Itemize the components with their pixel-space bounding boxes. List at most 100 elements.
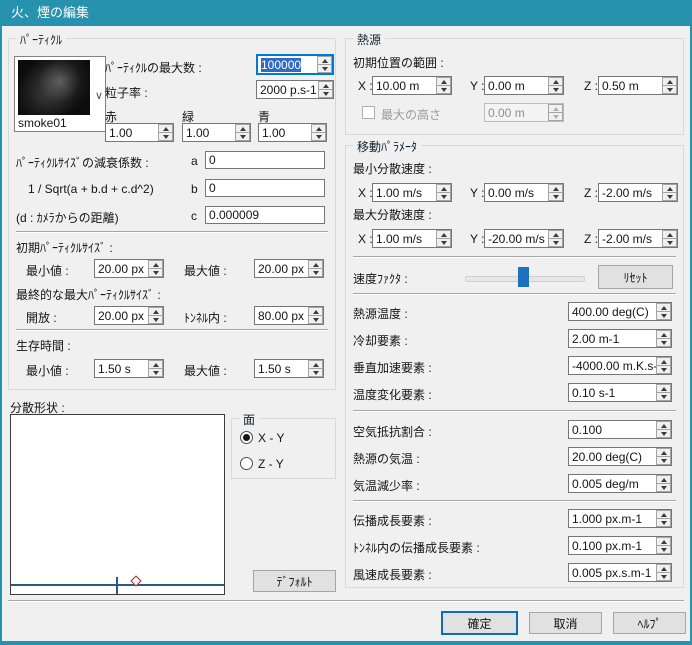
spinner[interactable] (656, 475, 671, 492)
heat-y-field[interactable]: 0.00 m (484, 76, 564, 95)
spinner[interactable] (656, 448, 671, 465)
spinner[interactable] (158, 124, 173, 141)
spinner-up-icon[interactable] (656, 357, 671, 366)
spinner-down-icon[interactable] (308, 316, 323, 324)
initial-min-field[interactable]: 20.00 px (94, 259, 164, 278)
spinner-down-icon[interactable] (436, 193, 451, 201)
spinner-up-icon[interactable] (148, 260, 163, 269)
spinner-down-icon[interactable] (436, 86, 451, 94)
spinner-up-icon[interactable] (317, 56, 332, 65)
spinner-up-icon[interactable] (656, 330, 671, 339)
max-height-checkbox[interactable] (362, 106, 375, 119)
lifetime-min-field[interactable]: 1.50 s (94, 359, 164, 378)
spinner[interactable] (436, 77, 451, 94)
spinner[interactable] (662, 230, 677, 247)
spinner-down-icon[interactable] (548, 239, 563, 247)
spinner-down-icon[interactable] (656, 393, 671, 401)
spinner-up-icon[interactable] (235, 124, 250, 133)
min-speed-y-field[interactable]: 0.00 m/s (484, 183, 564, 202)
spinner-down-icon[interactable] (662, 239, 677, 247)
spinner-down-icon[interactable] (548, 86, 563, 94)
spinner-down-icon[interactable] (148, 316, 163, 324)
heat-z-field[interactable]: 0.50 m (598, 76, 678, 95)
heat-x-field[interactable]: 10.00 m (372, 76, 452, 95)
max-speed-y-field[interactable]: -20.00 m/s (484, 229, 564, 248)
spinner-up-icon[interactable] (656, 564, 671, 573)
spinner-up-icon[interactable] (548, 77, 563, 86)
spinner-up-icon[interactable] (662, 230, 677, 239)
spinner-up-icon[interactable] (318, 81, 333, 90)
decay-b-field[interactable]: 0 (205, 179, 325, 197)
spinner-up-icon[interactable] (656, 384, 671, 393)
spinner-up-icon[interactable] (656, 510, 671, 519)
spinner-down-icon[interactable] (548, 193, 563, 201)
min-speed-x-field[interactable]: 1.00 m/s (372, 183, 452, 202)
spinner[interactable] (318, 81, 333, 98)
help-button[interactable]: ﾍﾙﾌﾟ (613, 612, 686, 634)
dispersion-shape-canvas[interactable] (10, 414, 225, 595)
spinner-up-icon[interactable] (662, 184, 677, 193)
spinner[interactable] (656, 330, 671, 347)
spinner-down-icon[interactable] (656, 339, 671, 347)
spinner-down-icon[interactable] (235, 133, 250, 141)
particle-rate-field[interactable]: 2000 p.s-1 (256, 80, 334, 99)
spinner[interactable] (317, 56, 332, 73)
spinner[interactable] (662, 184, 677, 201)
reset-button[interactable]: ﾘｾｯﾄ (598, 265, 673, 289)
spinner-up-icon[interactable] (436, 184, 451, 193)
spinner[interactable] (662, 77, 677, 94)
spinner-up-icon[interactable] (308, 307, 323, 316)
spinner[interactable] (308, 360, 323, 377)
spinner-up-icon[interactable] (436, 230, 451, 239)
spinner-down-icon[interactable] (656, 484, 671, 492)
max-speed-z-field[interactable]: -2.00 m/s (598, 229, 678, 248)
spinner-up-icon[interactable] (656, 448, 671, 457)
min-speed-z-field[interactable]: -2.00 m/s (598, 183, 678, 202)
ok-button[interactable]: 確定 (441, 611, 518, 635)
spinner-down-icon[interactable] (158, 133, 173, 141)
spinner-down-icon[interactable] (656, 430, 671, 438)
spinner-down-icon[interactable] (656, 312, 671, 320)
spinner-up-icon[interactable] (656, 537, 671, 546)
spinner[interactable] (308, 307, 323, 324)
spinner-down-icon[interactable] (148, 269, 163, 277)
spinner[interactable] (436, 184, 451, 201)
initial-max-field[interactable]: 20.00 px (254, 259, 324, 278)
decay-c-field[interactable]: 0.000009 (205, 206, 325, 224)
lifetime-max-field[interactable]: 1.50 s (254, 359, 324, 378)
spinner-up-icon[interactable] (148, 307, 163, 316)
decay-a-field[interactable]: 0 (205, 151, 325, 169)
spinner-down-icon[interactable] (656, 366, 671, 374)
air-resistance-field[interactable]: 0.100 (568, 420, 672, 439)
spinner[interactable] (656, 537, 671, 554)
spinner[interactable] (656, 564, 671, 581)
propagation-growth-field[interactable]: 1.000 px.m-1 (568, 509, 672, 528)
spinner-down-icon[interactable] (656, 546, 671, 554)
spinner[interactable] (656, 384, 671, 401)
red-field[interactable]: 1.00 (105, 123, 174, 142)
spinner[interactable] (656, 510, 671, 527)
spinner[interactable] (308, 260, 323, 277)
spinner[interactable] (656, 357, 671, 374)
spinner[interactable] (148, 260, 163, 277)
spinner-down-icon[interactable] (656, 519, 671, 527)
chevron-down-icon[interactable]: ∨ (95, 89, 103, 102)
spinner[interactable] (235, 124, 250, 141)
ambient-temp-field[interactable]: 20.00 deg(C) (568, 447, 672, 466)
temp-change-field[interactable]: 0.10 s-1 (568, 383, 672, 402)
spinner-down-icon[interactable] (656, 457, 671, 465)
title-bar[interactable]: 火、煙の編集 (0, 0, 692, 26)
spinner-down-icon[interactable] (317, 65, 332, 73)
radio-zy[interactable] (240, 457, 253, 470)
wind-growth-field[interactable]: 0.005 px.s.m-1 (568, 563, 672, 582)
heat-temp-field[interactable]: 400.00 deg(C) (568, 302, 672, 321)
spinner-up-icon[interactable] (436, 77, 451, 86)
temp-lapse-field[interactable]: 0.005 deg/m (568, 474, 672, 493)
spinner[interactable] (656, 303, 671, 320)
spinner-up-icon[interactable] (656, 303, 671, 312)
cancel-button[interactable]: 取消 (529, 612, 602, 634)
spinner-down-icon[interactable] (662, 86, 677, 94)
spinner-up-icon[interactable] (308, 260, 323, 269)
spinner-up-icon[interactable] (158, 124, 173, 133)
vertical-accel-field[interactable]: -4000.00 m.K.s-2 (568, 356, 672, 375)
